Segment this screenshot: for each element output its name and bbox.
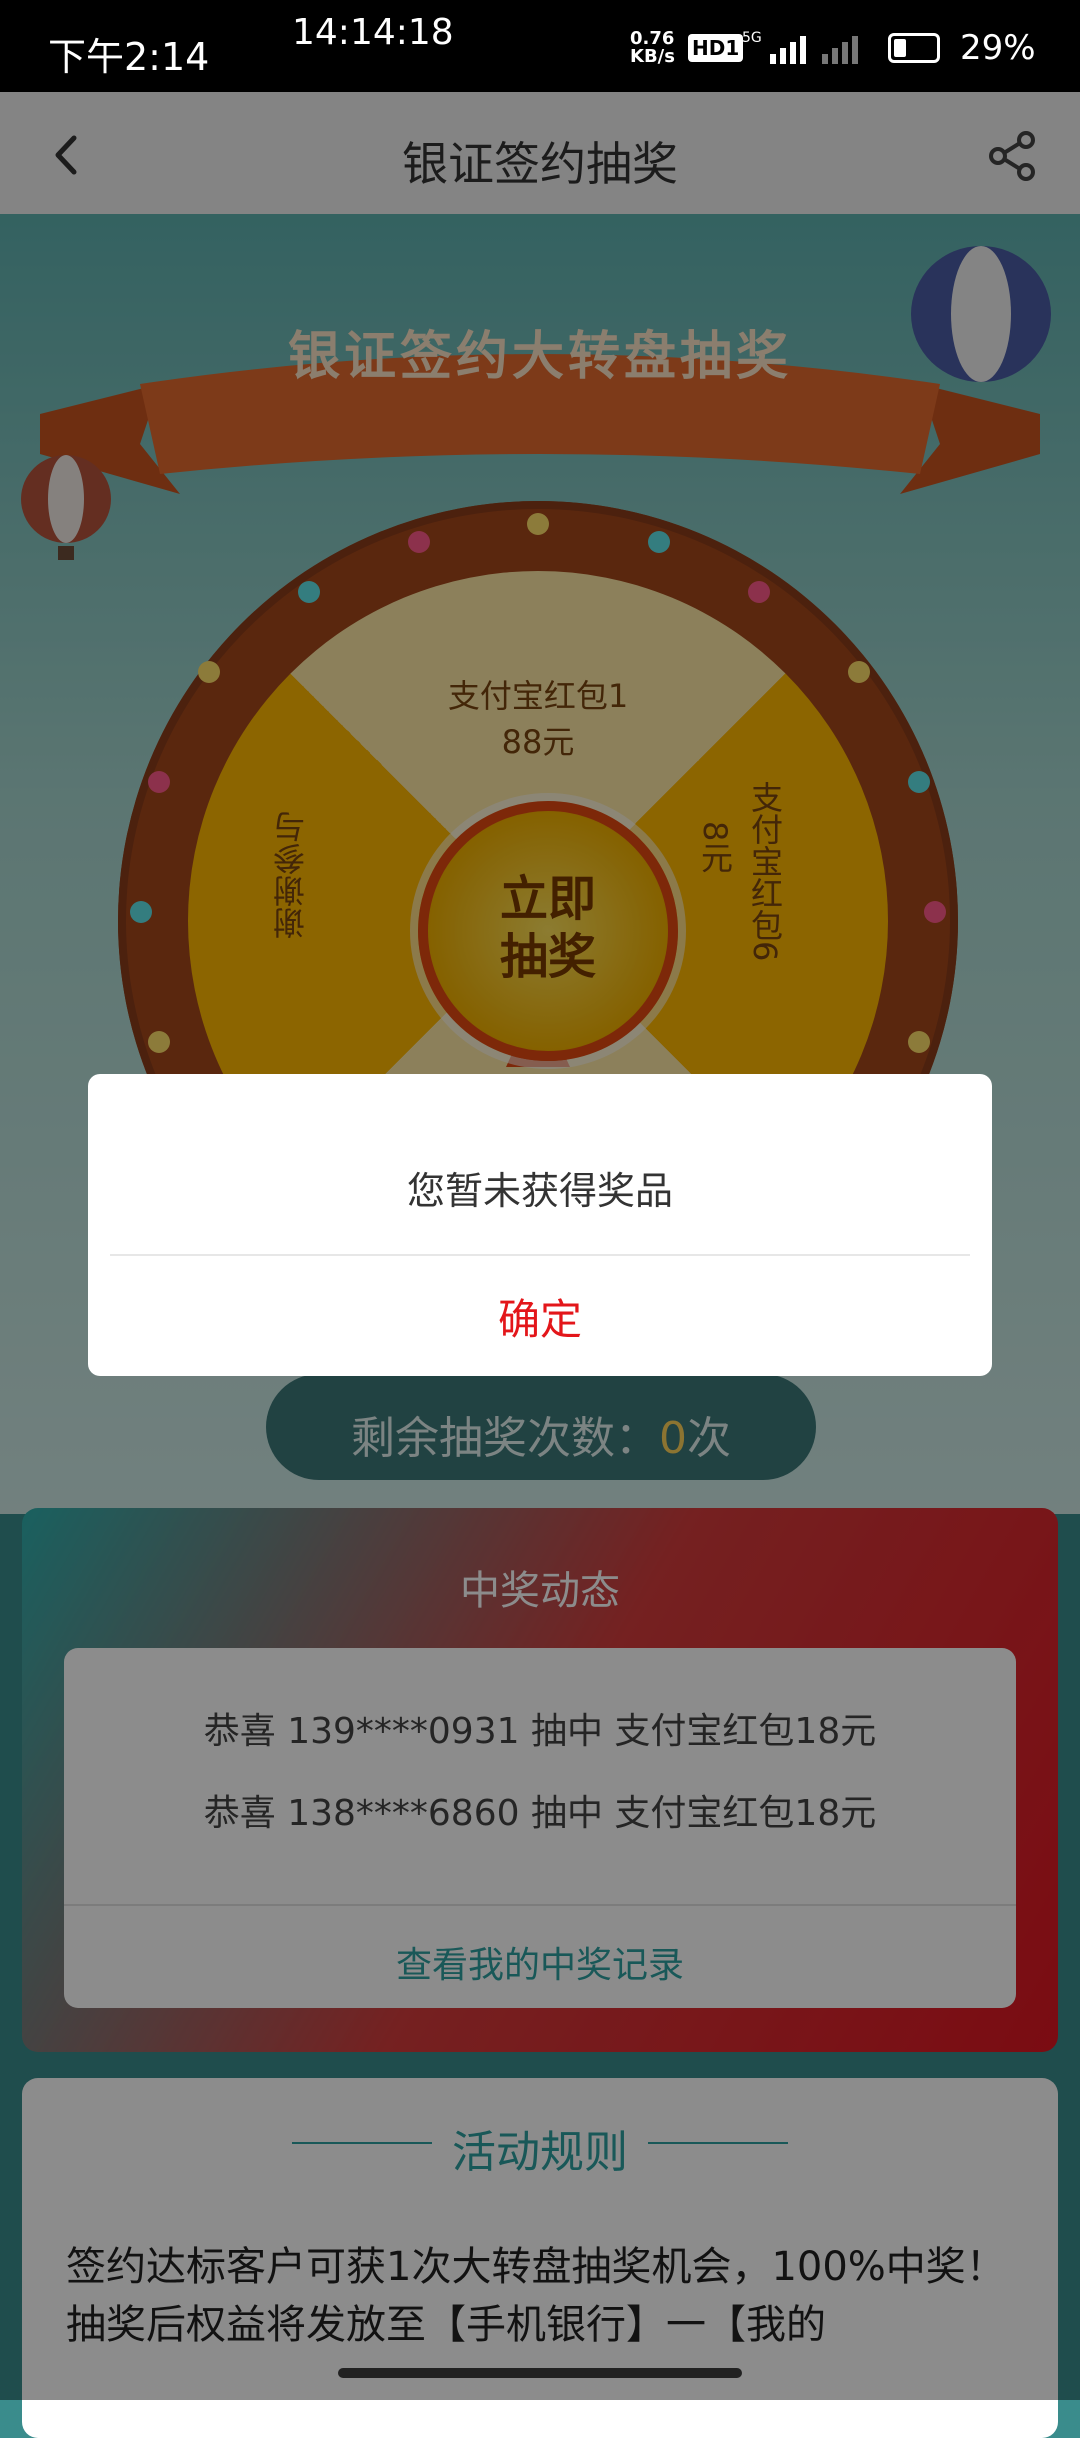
network-type: 5G xyxy=(742,30,762,46)
battery-percent: 29% xyxy=(960,28,1036,68)
dialog-message: 您暂未获得奖品 xyxy=(406,1169,673,1213)
status-clock: 14:14:18 xyxy=(292,12,454,53)
status-time: 下午2:14 xyxy=(48,35,210,79)
home-indicator[interactable] xyxy=(338,2368,742,2378)
signal-icon: 5G xyxy=(742,30,858,64)
battery-icon xyxy=(888,33,940,63)
confirm-button[interactable]: 确定 xyxy=(88,1286,992,1347)
network-speed-unit: KB/s xyxy=(630,46,675,67)
hd-badge: HD1 xyxy=(688,34,744,62)
dialog-divider xyxy=(110,1254,970,1256)
network-speed: 0.76 KB/s xyxy=(630,30,675,66)
result-dialog: 您暂未获得奖品 确定 xyxy=(88,1074,992,1376)
status-bar: 下午2:14 14:14:18 0.76 KB/s HD1 5G 29% xyxy=(0,0,1080,92)
